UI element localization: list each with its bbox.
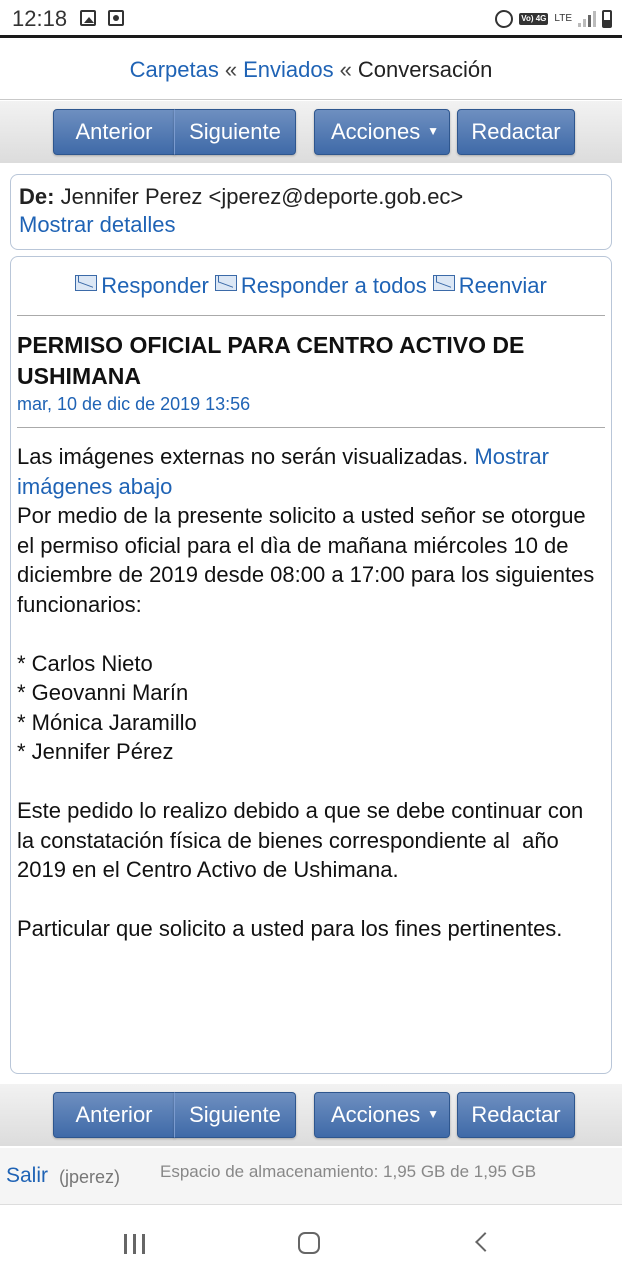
previous-button[interactable]: Anterior xyxy=(53,1092,175,1138)
status-bar: 12:18 Vo) 4G LTE xyxy=(0,0,622,38)
navigation-bar xyxy=(0,1210,622,1280)
breadcrumb-separator: « xyxy=(224,57,238,82)
person-item: * Jennifer Pérez xyxy=(17,739,174,764)
reply-all-icon xyxy=(214,275,237,291)
sender-address: Jennifer Perez <jperez@deporte.gob.ec> xyxy=(60,184,464,209)
forward-label: Reenviar xyxy=(458,273,547,298)
actions-dropdown[interactable]: Acciones ▼ xyxy=(314,1092,450,1138)
caret-down-icon: ▼ xyxy=(427,124,439,138)
gallery-icon xyxy=(80,10,96,26)
reply-all-link[interactable]: Responder a todos xyxy=(214,273,427,299)
message-card: Responder Responder a todos Reenviar PER… xyxy=(10,256,612,1074)
body-reason: Este pedido lo realizo debido a que se d… xyxy=(17,798,590,882)
next-button[interactable]: Siguiente xyxy=(174,109,296,155)
bottom-toolbar: Anterior Siguiente Acciones ▼ Redactar xyxy=(0,1084,622,1146)
actions-label: Acciones xyxy=(331,119,421,144)
actions-label: Acciones xyxy=(331,1102,421,1127)
images-notice: Las imágenes externas no serán visualiza… xyxy=(17,444,469,469)
body-closing: Particular que solicito a usted para los… xyxy=(17,916,563,941)
actions-dropdown[interactable]: Acciones ▼ xyxy=(314,109,450,155)
volte-icon: Vo) 4G xyxy=(519,13,549,25)
message-date: mar, 10 de dic de 2019 13:56 xyxy=(17,394,605,428)
record-icon xyxy=(108,10,124,26)
reply-label: Responder xyxy=(101,273,209,298)
back-icon[interactable] xyxy=(475,1232,495,1252)
alarm-icon xyxy=(495,10,514,28)
status-time: 12:18 xyxy=(12,6,68,31)
top-toolbar: Anterior Siguiente Acciones ▼ Redactar xyxy=(0,101,622,163)
images-notice-paragraph: Las imágenes externas no serán visualiza… xyxy=(17,442,605,501)
reply-all-label: Responder a todos xyxy=(240,273,427,298)
breadcrumb: Carpetas « Enviados « Conversación xyxy=(0,41,622,100)
compose-button[interactable]: Redactar xyxy=(457,109,575,155)
caret-down-icon: ▼ xyxy=(427,1107,439,1121)
show-details-link[interactable]: Mostrar detalles xyxy=(19,211,603,239)
lte-icon: LTE xyxy=(554,13,572,24)
sender-line: De: Jennifer Perez <jperez@deporte.gob.e… xyxy=(19,183,603,211)
breadcrumb-current: Conversación xyxy=(357,57,493,82)
person-item: * Geovanni Marín xyxy=(17,680,189,705)
logout-link[interactable]: Salir xyxy=(6,1164,48,1188)
message-actions: Responder Responder a todos Reenviar xyxy=(17,257,605,316)
from-label: De: xyxy=(19,184,55,209)
person-item: * Mónica Jaramillo xyxy=(17,709,197,735)
footer: Salir (jperez) Espacio de almacenamiento… xyxy=(0,1148,622,1205)
battery-icon xyxy=(602,10,612,28)
username: (jperez) xyxy=(59,1167,121,1187)
home-icon[interactable] xyxy=(298,1232,320,1254)
breadcrumb-sent-link[interactable]: Enviados xyxy=(243,57,334,83)
person-item: * Carlos Nieto xyxy=(17,650,153,676)
reply-link[interactable]: Responder xyxy=(75,273,209,299)
message-body: Las imágenes externas no serán visualiza… xyxy=(17,442,605,944)
storage-usage: Espacio de almacenamiento: 1,95 GB de 1,… xyxy=(160,1162,537,1181)
reply-icon xyxy=(75,275,98,291)
breadcrumb-separator: « xyxy=(339,57,352,82)
previous-button[interactable]: Anterior xyxy=(53,109,175,155)
status-indicators: Vo) 4G LTE xyxy=(495,7,612,31)
compose-button[interactable]: Redactar xyxy=(457,1092,575,1138)
message-subject: PERMISO OFICIAL PARA CENTRO ACTIVO DE US… xyxy=(17,332,525,389)
recent-apps-icon[interactable] xyxy=(124,1234,145,1254)
body-intro: Por medio de la presente solicito a uste… xyxy=(17,503,595,617)
breadcrumb-folders-link[interactable]: Carpetas xyxy=(130,57,219,83)
signal-icon xyxy=(578,11,596,27)
forward-link[interactable]: Reenviar xyxy=(432,273,547,299)
forward-icon xyxy=(432,275,455,291)
sender-card: De: Jennifer Perez <jperez@deporte.gob.e… xyxy=(10,174,612,250)
next-button[interactable]: Siguiente xyxy=(174,1092,296,1138)
